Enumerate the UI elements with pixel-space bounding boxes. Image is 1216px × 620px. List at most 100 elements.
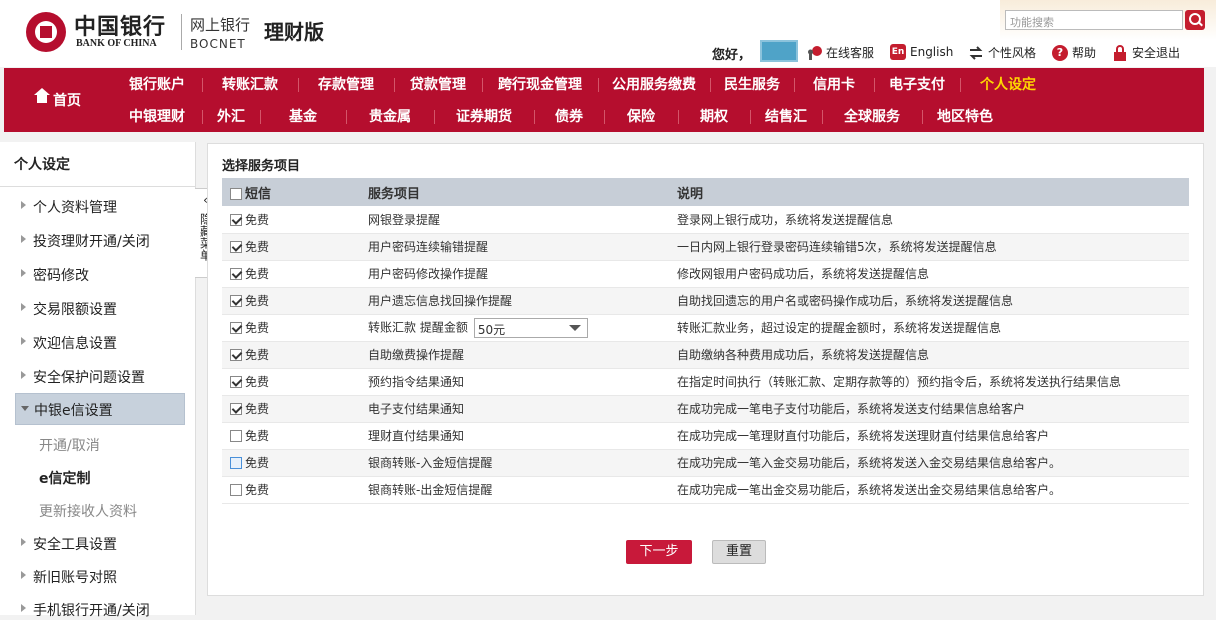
- service-cell: 转账汇款 提醒金额 50元: [368, 314, 677, 342]
- sidebar-item[interactable]: 新旧账号对照: [18, 567, 117, 587]
- sidebar-item[interactable]: 手机银行开通/关闭: [18, 600, 150, 620]
- ebank-en: BOCNET: [190, 37, 246, 51]
- nav-item[interactable]: 个人设定: [960, 74, 1056, 94]
- main-nav: 首页 银行账户 转账汇款 存款管理 贷款管理 跨行现金管理 公用服务缴费 民生服务 信用卡 电子…: [4, 68, 1204, 132]
- nav-item[interactable]: 外汇: [202, 106, 260, 126]
- boc-logo-icon[interactable]: [26, 12, 66, 52]
- search-input[interactable]: 功能搜索: [1005, 10, 1183, 30]
- sms-checkbox[interactable]: [230, 376, 242, 388]
- service-cell: 自助缴费操作提醒: [368, 341, 677, 369]
- select-all-checkbox[interactable]: [230, 187, 242, 200]
- desc-cell: 自助缴纳各种费用成功后，系统将发送提醒信息: [677, 341, 1189, 369]
- nav-item[interactable]: 公用服务缴费: [598, 74, 710, 94]
- service-cell: 预约指令结果通知: [368, 368, 677, 396]
- nav-item[interactable]: 转账汇款: [202, 74, 298, 94]
- nav-item[interactable]: 电子支付: [874, 74, 960, 94]
- sms-checkbox[interactable]: [230, 430, 242, 442]
- table-row: 免费 转账汇款 提醒金额 50元 转账汇款业务，超过设定的提醒金额时，系统将发送提醒信…: [222, 314, 1189, 342]
- header: 中国银行 BANK OF CHINA 网上银行 BOCNET 理财版 功能搜索 …: [0, 0, 1216, 67]
- sidebar-subitem[interactable]: 更新接收人资料: [39, 501, 137, 521]
- fee-label: 免费: [245, 456, 270, 470]
- nav-item[interactable]: 银行账户: [112, 74, 202, 94]
- fee-label: 免费: [245, 483, 270, 497]
- nav-item[interactable]: 跨行现金管理: [482, 74, 598, 94]
- service-name: 转账汇款 提醒金额: [368, 320, 468, 334]
- sms-checkbox[interactable]: [230, 268, 242, 280]
- sidebar-item[interactable]: 欢迎信息设置: [18, 333, 117, 353]
- sidebar-item[interactable]: 投资理财开通/关闭: [18, 231, 150, 251]
- english-icon: En: [890, 44, 906, 60]
- sidebar-item[interactable]: 安全工具设置: [18, 534, 117, 554]
- nav-item[interactable]: 地区特色: [922, 106, 1008, 126]
- desc-cell: 在成功完成一笔入金交易功能后，系统将发送入金交易结果信息给客户。: [677, 449, 1189, 477]
- sms-checkbox[interactable]: [230, 241, 242, 253]
- sms-checkbox[interactable]: [230, 295, 242, 307]
- desc-cell: 修改网银用户密码成功后，系统将发送提醒信息: [677, 260, 1189, 288]
- nav-item[interactable]: 期权: [678, 106, 750, 126]
- table-row: 免费 理财直付结果通知 在成功完成一笔理财直付功能后，系统将发送理财直付结果信息给客…: [222, 422, 1189, 450]
- sidebar-subitem[interactable]: e信定制: [39, 468, 91, 488]
- search-icon[interactable]: [1185, 10, 1205, 30]
- divider: [181, 14, 182, 50]
- nav-item[interactable]: 债券: [534, 106, 604, 126]
- table-row: 免费 电子支付结果通知 在成功完成一笔电子支付功能后，系统将发送支付结果信息给客户: [222, 395, 1189, 423]
- ebank-cn: 网上银行: [190, 16, 251, 34]
- service-cell: 理财直付结果通知: [368, 422, 677, 450]
- col-service: 服务项目: [368, 178, 677, 206]
- sms-cell: 免费: [222, 260, 368, 288]
- nav-home[interactable]: 首页: [4, 68, 112, 132]
- sidebar-subitem[interactable]: 开通/取消: [39, 435, 100, 455]
- nav-item[interactable]: 基金: [260, 106, 346, 126]
- sidebar-item[interactable]: 交易限额设置: [18, 299, 117, 319]
- sidebar-item[interactable]: 个人资料管理: [18, 197, 117, 217]
- desc-cell: 一日内网上银行登录密码连续输错5次，系统将发送提醒信息: [677, 233, 1189, 261]
- sms-checkbox[interactable]: [230, 457, 242, 469]
- greeting: 您好，: [712, 48, 752, 63]
- nav-item[interactable]: 中银理财: [112, 106, 202, 126]
- table-header: 短信 服务项目 说明: [222, 178, 1189, 206]
- fee-label: 免费: [245, 294, 270, 308]
- sidebar-item[interactable]: 安全保护问题设置: [18, 367, 145, 387]
- sms-checkbox[interactable]: [230, 484, 242, 496]
- sidebar-item[interactable]: 密码修改: [18, 265, 89, 285]
- service-name: 自助缴费操作提醒: [368, 348, 465, 362]
- style-link[interactable]: 个性风格: [968, 44, 1036, 61]
- next-button[interactable]: 下一步: [626, 540, 692, 564]
- sms-checkbox[interactable]: [230, 403, 242, 415]
- sms-cell: 免费: [222, 233, 368, 261]
- reset-button[interactable]: 重置: [712, 540, 766, 564]
- table-row: 免费 网银登录提醒 登录网上银行成功，系统将发送提醒信息: [222, 206, 1189, 234]
- nav-item[interactable]: 证券期货: [434, 106, 534, 126]
- sms-checkbox[interactable]: [230, 349, 242, 361]
- service-cell: 银商转账-入金短信提醒: [368, 449, 677, 477]
- nav-item[interactable]: 存款管理: [298, 74, 394, 94]
- brand-cn: 中国银行: [74, 14, 167, 40]
- divider: [0, 186, 196, 187]
- service-name: 银商转账-入金短信提醒: [368, 456, 493, 470]
- amount-select[interactable]: 50元: [473, 317, 588, 338]
- sms-checkbox[interactable]: [230, 322, 242, 334]
- nav-item[interactable]: 贷款管理: [394, 74, 482, 94]
- nav-item[interactable]: 结售汇: [750, 106, 822, 126]
- service-name: 用户密码修改操作提醒: [368, 267, 489, 281]
- lock-icon: [1112, 44, 1128, 61]
- nav-item[interactable]: 民生服务: [710, 74, 794, 94]
- service-cell: 电子支付结果通知: [368, 395, 677, 423]
- nav-item[interactable]: 保险: [604, 106, 678, 126]
- logout-link[interactable]: 安全退出: [1112, 44, 1180, 61]
- nav-item[interactable]: 贵金属: [346, 106, 434, 126]
- online-service-link[interactable]: 在线客服: [806, 44, 874, 61]
- english-link[interactable]: En English: [890, 44, 953, 60]
- nav-item[interactable]: 信用卡: [794, 74, 874, 94]
- nav-item[interactable]: 全球服务: [822, 106, 922, 126]
- online-service-label: 在线客服: [826, 46, 875, 60]
- help-link[interactable]: ? 帮助: [1052, 44, 1096, 61]
- service-cell: 用户密码连续输错提醒: [368, 233, 677, 261]
- sms-checkbox[interactable]: [230, 213, 242, 226]
- home-icon: [34, 88, 50, 106]
- service-cell: 用户密码修改操作提醒: [368, 260, 677, 288]
- service-cell: 银商转账-出金短信提醒: [368, 476, 677, 504]
- nav-home-label: 首页: [53, 93, 81, 109]
- fee-label: 免费: [245, 375, 270, 389]
- sms-cell: 免费: [222, 449, 368, 477]
